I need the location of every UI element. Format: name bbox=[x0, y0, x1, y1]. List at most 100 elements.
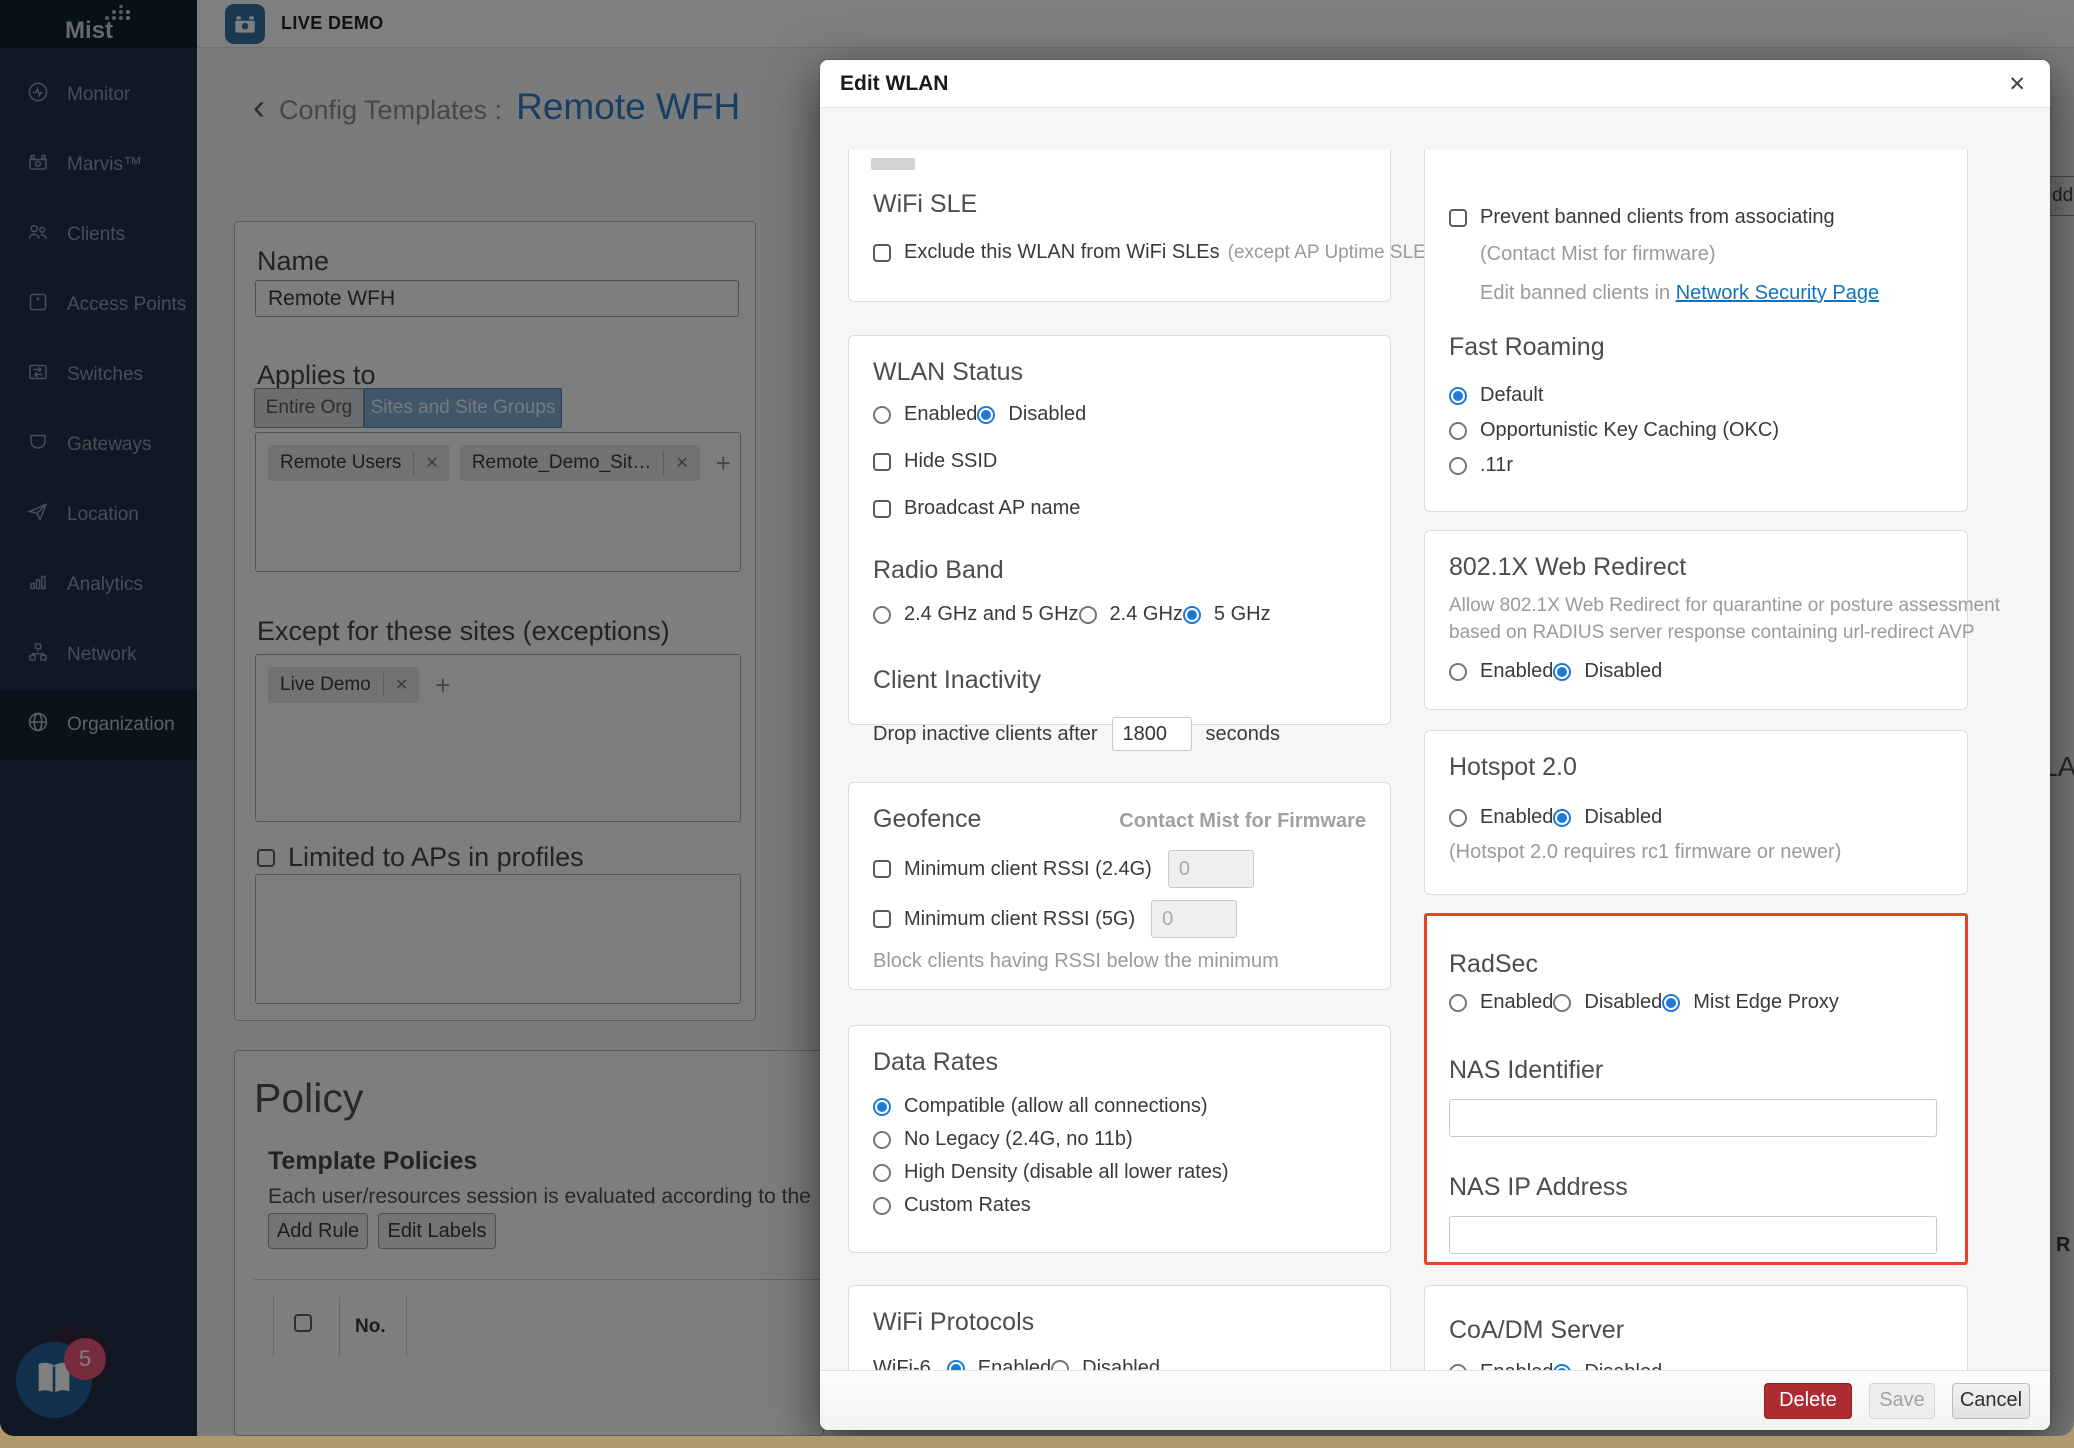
network-security-link[interactable]: Network Security Page bbox=[1676, 282, 1879, 304]
roaming-okc-radio[interactable] bbox=[1449, 422, 1467, 440]
seconds-label: seconds bbox=[1206, 723, 1281, 746]
radio-label: Enabled bbox=[1480, 1361, 1553, 1370]
rssi-5-checkbox[interactable] bbox=[873, 910, 891, 928]
coa-dm-card: CoA/DM Server Enabled Disabled bbox=[1424, 1285, 1968, 1370]
hotspot-disabled-radio[interactable] bbox=[1553, 809, 1571, 827]
redirect-disabled-radio[interactable] bbox=[1553, 663, 1571, 681]
delete-button[interactable]: Delete bbox=[1764, 1383, 1852, 1419]
radio-label: 2.4 GHz bbox=[1110, 603, 1183, 626]
web-redirect-desc: Allow 802.1X Web Redirect for quarantine… bbox=[1449, 592, 1943, 646]
wifi-sle-card: WiFi SLE Exclude this WLAN from WiFi SLE… bbox=[848, 150, 1391, 302]
banned-firmware-note: (Contact Mist for firmware) bbox=[1480, 243, 1943, 266]
cancel-button[interactable]: Cancel bbox=[1952, 1383, 2030, 1419]
rates-high-density-radio[interactable] bbox=[873, 1164, 891, 1182]
web-redirect-card: 802.1X Web Redirect Allow 802.1X Web Red… bbox=[1424, 530, 1968, 710]
web-redirect-heading: 802.1X Web Redirect bbox=[1449, 553, 1943, 582]
close-icon[interactable]: ✕ bbox=[2008, 72, 2026, 97]
rates-no-legacy-radio[interactable] bbox=[873, 1131, 891, 1149]
checkbox-label: Minimum client RSSI (2.4G) bbox=[904, 858, 1152, 881]
modal-header: Edit WLAN ✕ bbox=[820, 60, 2050, 108]
hotspot-card: Hotspot 2.0 Enabled Disabled (Hotspot 2.… bbox=[1424, 730, 1968, 895]
radsec-mist-edge-proxy-radio[interactable] bbox=[1662, 994, 1680, 1012]
radio-label: Enabled bbox=[1480, 806, 1553, 829]
banned-link-prefix: Edit banned clients in bbox=[1480, 282, 1670, 304]
browser-window: Mist Monitor Marvis™ Clients Access Poin… bbox=[0, 0, 2074, 1436]
wifi6-label: WiFi-6 bbox=[873, 1357, 931, 1370]
checkbox-label: Hide SSID bbox=[904, 450, 997, 473]
hotspot-note: (Hotspot 2.0 requires rc1 firmware or ne… bbox=[1449, 841, 1943, 864]
roaming-default-radio[interactable] bbox=[1449, 387, 1467, 405]
radio-band-heading: Radio Band bbox=[873, 556, 1366, 585]
geofence-firmware-note: Contact Mist for Firmware bbox=[1119, 810, 1366, 833]
exclude-sle-label: Exclude this WLAN from WiFi SLEs bbox=[904, 241, 1220, 264]
radsec-heading: RadSec bbox=[1449, 950, 1941, 979]
data-rates-card: Data Rates Compatible (allow all connect… bbox=[848, 1025, 1391, 1253]
radio-label: No Legacy (2.4G, no 11b) bbox=[904, 1128, 1133, 1151]
scroll-artifact bbox=[871, 158, 915, 170]
wifi6-disabled-radio[interactable] bbox=[1051, 1360, 1069, 1371]
nas-ip-label: NAS IP Address bbox=[1449, 1173, 1941, 1202]
band-24-radio[interactable] bbox=[1079, 606, 1097, 624]
wlan-status-disabled-radio[interactable] bbox=[977, 406, 995, 424]
inactivity-seconds-input[interactable] bbox=[1112, 717, 1192, 751]
radio-label: Enabled bbox=[978, 1357, 1051, 1370]
band-24and5-radio[interactable] bbox=[873, 606, 891, 624]
radio-label: Opportunistic Key Caching (OKC) bbox=[1480, 419, 1779, 442]
radio-label: Disabled bbox=[1008, 403, 1086, 426]
radio-label: Enabled bbox=[1480, 660, 1553, 683]
nas-ip-input[interactable] bbox=[1449, 1216, 1937, 1254]
radio-label: Disabled bbox=[1584, 991, 1662, 1014]
wifi-protocols-card: WiFi Protocols WiFi-6 Enabled Disabled bbox=[848, 1285, 1391, 1370]
wlan-status-enabled-radio[interactable] bbox=[873, 406, 891, 424]
hotspot-heading: Hotspot 2.0 bbox=[1449, 753, 1943, 782]
radio-label: Compatible (allow all connections) bbox=[904, 1095, 1207, 1118]
modal-body: WiFi SLE Exclude this WLAN from WiFi SLE… bbox=[820, 108, 2050, 1370]
radio-label: .11r bbox=[1480, 454, 1513, 477]
wifi-sle-heading: WiFi SLE bbox=[873, 190, 1366, 219]
geofence-heading: Geofence bbox=[873, 805, 981, 834]
checkbox-label: Broadcast AP name bbox=[904, 497, 1080, 520]
modal-footer: Delete Save Cancel bbox=[820, 1370, 2050, 1430]
wlan-status-heading: WLAN Status bbox=[873, 358, 1366, 387]
broadcast-ap-name-checkbox[interactable] bbox=[873, 500, 891, 518]
roaming-11r-radio[interactable] bbox=[1449, 457, 1467, 475]
nas-identifier-label: NAS Identifier bbox=[1449, 1056, 1941, 1085]
wifi6-enabled-radio[interactable] bbox=[947, 1360, 965, 1371]
radio-label: 5 GHz bbox=[1214, 603, 1271, 626]
wlan-status-card: WLAN Status Enabled Disabled Hide SSID B… bbox=[848, 335, 1391, 725]
save-button[interactable]: Save bbox=[1869, 1383, 1935, 1419]
radio-label: Enabled bbox=[904, 403, 977, 426]
client-inactivity-heading: Client Inactivity bbox=[873, 666, 1366, 695]
hotspot-enabled-radio[interactable] bbox=[1449, 809, 1467, 827]
radsec-card: RadSec Enabled Disabled Mist Edge Proxy … bbox=[1424, 913, 1968, 1265]
radio-label: Enabled bbox=[1480, 991, 1553, 1014]
rates-custom-radio[interactable] bbox=[873, 1197, 891, 1215]
security-card: Prevent banned clients from associating … bbox=[1424, 150, 1968, 512]
edit-wlan-modal: Edit WLAN ✕ WiFi SLE Exclude this WLAN f… bbox=[820, 60, 2050, 1430]
rssi-5-input[interactable] bbox=[1151, 900, 1237, 938]
rssi-24-checkbox[interactable] bbox=[873, 860, 891, 878]
radsec-enabled-radio[interactable] bbox=[1449, 994, 1467, 1012]
radio-label: Disabled bbox=[1584, 660, 1662, 683]
radio-label: High Density (disable all lower rates) bbox=[904, 1161, 1229, 1184]
wifi-protocols-heading: WiFi Protocols bbox=[873, 1308, 1366, 1337]
hide-ssid-checkbox[interactable] bbox=[873, 453, 891, 471]
geofence-footnote: Block clients having RSSI below the mini… bbox=[873, 950, 1366, 973]
fast-roaming-heading: Fast Roaming bbox=[1449, 333, 1943, 362]
drop-clients-label: Drop inactive clients after bbox=[873, 723, 1098, 746]
modal-title: Edit WLAN bbox=[840, 72, 948, 96]
redirect-enabled-radio[interactable] bbox=[1449, 663, 1467, 681]
rates-compatible-radio[interactable] bbox=[873, 1098, 891, 1116]
nas-identifier-input[interactable] bbox=[1449, 1099, 1937, 1137]
prevent-banned-checkbox[interactable] bbox=[1449, 209, 1467, 227]
exclude-sle-checkbox[interactable] bbox=[873, 244, 891, 262]
radio-label: Disabled bbox=[1584, 1361, 1662, 1370]
radio-label: 2.4 GHz and 5 GHz bbox=[904, 603, 1079, 626]
band-5-radio[interactable] bbox=[1183, 606, 1201, 624]
radio-label: Default bbox=[1480, 384, 1543, 407]
radio-label: Mist Edge Proxy bbox=[1693, 991, 1839, 1014]
radsec-disabled-radio[interactable] bbox=[1553, 994, 1571, 1012]
rssi-24-input[interactable] bbox=[1168, 850, 1254, 888]
radio-label: Custom Rates bbox=[904, 1194, 1031, 1217]
checkbox-label: Prevent banned clients from associating bbox=[1480, 206, 1835, 229]
